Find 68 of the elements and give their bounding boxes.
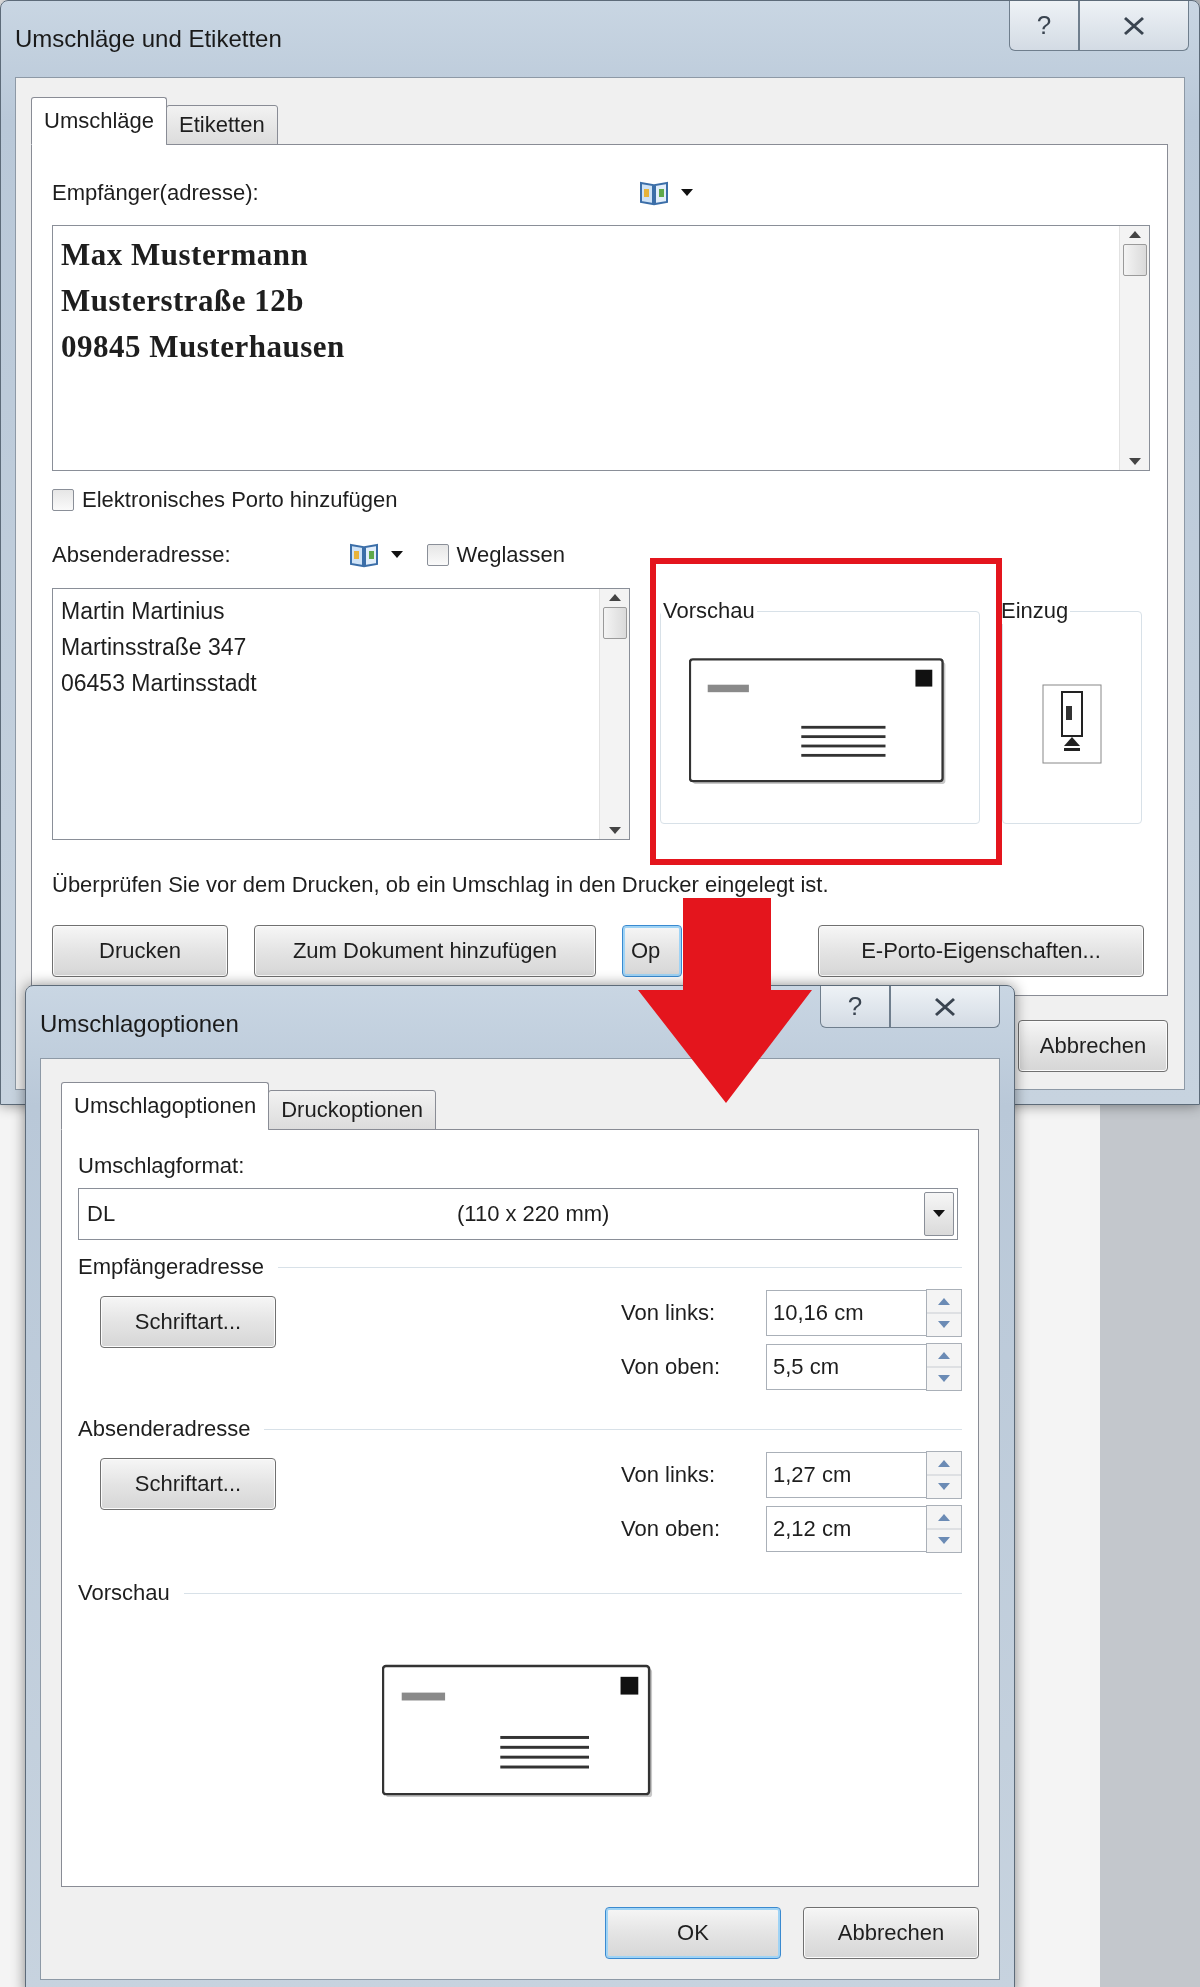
scroll-down-icon[interactable] <box>608 827 621 835</box>
address-text: Max Mustermann Musterstraße 12b 09845 Musterhausen <box>60 236 346 366</box>
section-heading: Absenderadresse <box>78 1416 251 1442</box>
caret-icon[interactable] <box>390 551 403 559</box>
close-icon[interactable] <box>933 995 957 1018</box>
scrollbar-thumb[interactable] <box>1122 244 1147 276</box>
scroll-up-icon[interactable] <box>1128 230 1141 238</box>
close-button[interactable] <box>1079 1 1189 51</box>
address-book-icon[interactable] <box>348 542 379 568</box>
checkbox-label[interactable]: Elektronisches Porto hinzufügen <box>82 487 398 513</box>
font-button[interactable]: Schriftart... <box>100 1458 276 1510</box>
tab[interactable]: Etiketten <box>166 105 278 145</box>
window-title: Umschläge und Etiketten <box>15 25 282 53</box>
distance-field[interactable]: 10,16 cm <box>766 1290 926 1336</box>
select-value: DL <box>87 1201 117 1227</box>
address-text: Martin Martinius Martinsstraße 347 06453 Martinsstadt <box>60 597 258 698</box>
distance-field[interactable]: 2,12 cm <box>766 1506 926 1552</box>
scroll-up-icon[interactable] <box>608 593 621 601</box>
envelope-size-select[interactable]: DL (110 x 220 mm) <box>78 1188 958 1240</box>
caret-icon[interactable] <box>680 189 693 197</box>
envelope-feed-icon[interactable] <box>1042 683 1102 764</box>
dialog-button[interactable]: Drucken <box>52 925 228 977</box>
scrollbar-thumb[interactable] <box>602 607 627 639</box>
spinner-icon[interactable] <box>926 1505 962 1553</box>
field-label: Umschlagformat: <box>78 1153 245 1179</box>
close-icon[interactable] <box>1122 14 1146 37</box>
field-label: Von links: <box>621 1300 717 1326</box>
dropdown-button[interactable] <box>924 1192 954 1236</box>
dialog-button[interactable]: OK <box>605 1907 781 1959</box>
window-title: Umschlagoptionen <box>40 1010 239 1038</box>
scroll-down-icon[interactable] <box>1128 458 1141 466</box>
address-field[interactable]: Max Mustermann Musterstraße 12b 09845 Musterhausen <box>52 225 1150 471</box>
scrollbar[interactable] <box>599 589 629 839</box>
section-heading: Vorschau <box>78 1580 170 1606</box>
font-button[interactable]: Schriftart... <box>100 1296 276 1348</box>
field-label: Absenderadresse: <box>52 542 231 568</box>
tab[interactable]: Umschläge <box>31 97 168 145</box>
dialog-button[interactable]: E-Porto-Eigenschaften... <box>818 925 1144 977</box>
scrollbar[interactable] <box>1119 226 1149 470</box>
field-label: Von links: <box>621 1462 717 1488</box>
section-heading: Empfängeradresse <box>78 1254 264 1280</box>
group-label: Vorschau <box>662 598 756 624</box>
checkbox-label[interactable]: Weglassen <box>456 542 565 568</box>
tab[interactable]: Druckoptionen <box>268 1090 437 1130</box>
address-field[interactable]: Martin Martinius Martinsstraße 347 06453 Martinsstadt <box>52 588 630 840</box>
field-label: Empfänger(adresse): <box>52 180 259 206</box>
field-label: Von oben: <box>621 1354 722 1380</box>
help-button[interactable]: ? <box>1009 1 1079 51</box>
select-value: (110 x 220 mm) <box>457 1201 611 1227</box>
dialog-button[interactable]: Abbrechen <box>803 1907 979 1959</box>
dialog-button[interactable]: Zum Dokument hinzufügen <box>254 925 596 977</box>
spinner-icon[interactable] <box>926 1343 962 1391</box>
hint-text: Überprüfen Sie vor dem Drucken, ob ein Umschlag in den Drucker eingelegt ist. <box>52 872 830 898</box>
distance-field[interactable]: 5,5 cm <box>766 1344 926 1390</box>
spinner-icon[interactable] <box>926 1289 962 1337</box>
spinner-icon[interactable] <box>926 1451 962 1499</box>
checkbox[interactable] <box>426 544 449 566</box>
address-book-icon[interactable] <box>638 180 669 206</box>
distance-field[interactable]: 1,27 cm <box>766 1452 926 1498</box>
close-button[interactable] <box>890 986 1000 1028</box>
checkbox[interactable] <box>52 489 74 511</box>
group-label: Einzug <box>1000 598 1070 624</box>
tab[interactable]: Umschlagoptionen <box>61 1082 270 1130</box>
field-label: Von oben: <box>621 1516 722 1542</box>
dropdown-arrow-icon[interactable] <box>933 1210 945 1218</box>
dialog-button[interactable]: Op <box>622 925 682 977</box>
dialog-button[interactable]: Abbrechen <box>1018 1020 1168 1072</box>
help-button[interactable]: ? <box>820 986 890 1028</box>
